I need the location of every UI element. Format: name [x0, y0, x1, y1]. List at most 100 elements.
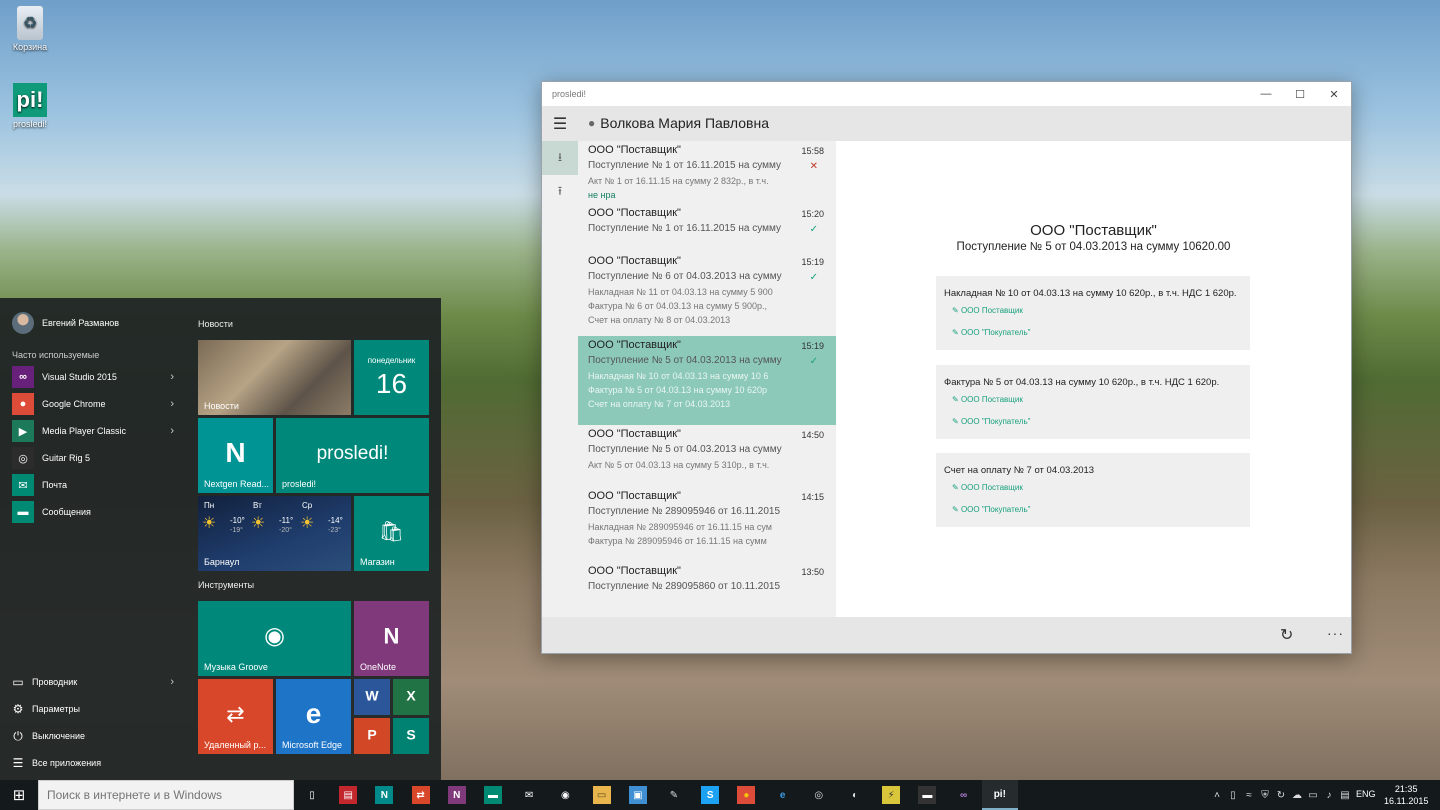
taskbar-app-button[interactable]: ✎ — [656, 780, 692, 810]
taskbar-app-button[interactable]: N — [439, 780, 475, 810]
taskbar-app-button[interactable]: ◉ — [547, 780, 583, 810]
edge-label: Microsoft Edge — [282, 740, 343, 750]
taskbar-app-button[interactable]: ● — [728, 780, 764, 810]
language-indicator[interactable]: ENG — [1356, 789, 1376, 799]
start-system-item[interactable]: ☰ Все приложения — [12, 752, 174, 774]
taskbar-app-button[interactable]: ∞ — [946, 780, 982, 810]
volume-icon[interactable]: ♪ — [1322, 780, 1336, 810]
nextgen-reader-tile[interactable]: N Nextgen Read... — [198, 418, 273, 493]
notifications-icon[interactable]: ▤ — [1338, 780, 1352, 810]
taskbar-app-button[interactable]: N — [366, 780, 402, 810]
taskbar-app-button[interactable]: pi! — [981, 780, 1018, 810]
taskbar-app-button[interactable]: ⇄ — [403, 780, 439, 810]
wifi-icon[interactable]: ≈ — [1242, 780, 1256, 810]
message-item[interactable]: ООО "Поставщик" 14:15 Поступление № 289095… — [578, 487, 836, 562]
inbox-download-button[interactable]: ⭳ — [542, 141, 578, 175]
taskbar-app-button[interactable]: ▯ — [294, 780, 330, 810]
chevron-right-icon[interactable]: › — [170, 398, 174, 410]
refresh-icon[interactable]: ↻ — [1280, 625, 1293, 645]
chevron-up-icon[interactable]: ˄ — [1210, 780, 1224, 810]
store-tile[interactable]: 🛍 Магазин — [354, 496, 429, 571]
recipient-link[interactable]: ✎ ООО "Покупатель" — [952, 417, 1031, 426]
start-app-item[interactable]: ✉ Почта — [12, 473, 174, 497]
message-item[interactable]: ООО "Поставщик" 13:50 Поступление № 289095… — [578, 562, 836, 617]
usb-icon[interactable]: ▯ — [1226, 780, 1240, 810]
message-time: 15:19 — [801, 257, 824, 267]
taskbar-app-button[interactable]: ▭ — [584, 780, 620, 810]
taskbar-app-button[interactable]: ▤ — [330, 780, 366, 810]
weather-tile[interactable]: Пн ☀ -10° -19° Вт ☀ -11° -20° Ср ☀ -14° -23° Барнау… — [198, 496, 351, 571]
taskbar-app-button[interactable]: e — [765, 780, 801, 810]
cloud-icon[interactable]: ☁ — [1290, 780, 1304, 810]
start-system-item[interactable]: ⚙ Параметры — [12, 698, 174, 720]
sender-link[interactable]: ✎ ООО Поставщик — [952, 483, 1023, 492]
recipient-link[interactable]: ✎ ООО "Покупатель" — [952, 505, 1031, 514]
hamburger-menu-button[interactable]: ☰ — [542, 106, 578, 141]
chevron-right-icon[interactable]: › — [170, 371, 174, 383]
guitar-rig-icon: ◎ — [12, 447, 34, 469]
search-input[interactable] — [39, 781, 293, 809]
minimize-button[interactable]: — — [1249, 88, 1283, 101]
taskbar-app-button[interactable]: S — [692, 780, 728, 810]
start-app-item[interactable]: ▶ Media Player Classic › — [12, 419, 174, 443]
chevron-right-icon[interactable]: › — [170, 425, 174, 437]
clock[interactable]: 21:35 16.11.2015 — [1384, 783, 1428, 807]
prosledi-shortcut[interactable]: pi! prosledi! — [8, 83, 52, 129]
taskbar-app-button[interactable]: ◐ — [837, 780, 873, 810]
current-user: ● Волкова Мария Павловна — [588, 115, 769, 131]
chevron-right-icon[interactable]: › — [170, 676, 174, 688]
prosledi-tile[interactable]: prosledi! prosledi! — [276, 418, 429, 493]
taskbar-app-button[interactable]: ▬ — [475, 780, 511, 810]
pen-icon: ✎ — [952, 306, 961, 315]
start-system-item[interactable]: ⏻ Выключение — [12, 725, 174, 747]
window-titlebar[interactable]: prosledi! — ☐ ✕ — [542, 82, 1351, 106]
sway-tile[interactable]: S — [393, 718, 429, 754]
outbox-upload-button[interactable]: ⭱ — [542, 175, 578, 209]
document-card[interactable]: Фактура № 5 от 04.03.13 на сумму 10 620р… — [936, 365, 1250, 439]
recycle-bin-shortcut[interactable]: ♻ Корзина — [8, 6, 52, 52]
start-app-label: Media Player Classic — [42, 426, 127, 436]
taskbar-app-button[interactable]: ⚡ — [873, 780, 909, 810]
taskbar-app-button[interactable]: ◎ — [801, 780, 837, 810]
groove-tile[interactable]: ◉ Музыка Groove — [198, 601, 351, 676]
message-item[interactable]: ООО "Поставщик" 15:20 ✓ Поступление № 1 от … — [578, 204, 836, 252]
onenote-tile[interactable]: N OneNote — [354, 601, 429, 676]
edge-tile[interactable]: e Microsoft Edge — [276, 679, 351, 754]
message-document-line: Акт № 1 от 16.11.15 на сумму 2 832р., в … — [588, 176, 769, 186]
start-app-item[interactable]: ◎ Guitar Rig 5 — [12, 446, 174, 470]
skype-icon: S — [701, 786, 720, 804]
taskbar-app-button[interactable]: ▣ — [620, 780, 656, 810]
message-item[interactable]: ООО "Поставщик" 15:58 ✕ Поступление № 1 от … — [578, 141, 836, 204]
powerpoint-tile[interactable]: P — [354, 718, 390, 754]
close-button[interactable]: ✕ — [1317, 88, 1351, 101]
sync-icon[interactable]: ↻ — [1274, 780, 1288, 810]
remote-desktop-label: Удаленный р... — [204, 740, 266, 750]
taskbar-app-button[interactable]: ✉ — [511, 780, 547, 810]
start-system-item[interactable]: ▭ Проводник › — [12, 671, 174, 693]
sender-link[interactable]: ✎ ООО Поставщик — [952, 306, 1023, 315]
word-tile[interactable]: W — [354, 679, 390, 715]
message-item[interactable]: ООО "Поставщик" 15:19 ✓ Поступление № 5 от … — [578, 336, 836, 425]
start-app-item[interactable]: ∞ Visual Studio 2015 › — [12, 365, 174, 389]
maximize-button[interactable]: ☐ — [1283, 88, 1317, 101]
sender-link[interactable]: ✎ ООО Поставщик — [952, 395, 1023, 404]
search-box[interactable] — [38, 780, 294, 810]
more-options-icon[interactable]: ··· — [1327, 625, 1344, 641]
user-account[interactable]: Евгений Разманов — [12, 312, 119, 334]
remote-desktop-tile[interactable]: ⇄ Удаленный р... — [198, 679, 273, 754]
start-button[interactable]: ⊞ — [0, 780, 38, 810]
document-card[interactable]: Счет на оплату № 7 от 04.03.2013 ✎ ООО По… — [936, 453, 1250, 527]
document-card[interactable]: Накладная № 10 от 04.03.13 на сумму 10 6… — [936, 276, 1250, 350]
start-app-label: Visual Studio 2015 — [42, 372, 117, 382]
start-app-item[interactable]: ● Google Chrome › — [12, 392, 174, 416]
news-tile[interactable]: Новости — [198, 340, 351, 415]
message-item[interactable]: ООО "Поставщик" 15:19 ✓ Поступление № 6 от … — [578, 252, 836, 336]
taskbar-app-button[interactable]: ▬ — [909, 780, 945, 810]
start-app-item[interactable]: ▬ Сообщения — [12, 500, 174, 524]
excel-tile[interactable]: X — [393, 679, 429, 715]
network-icon[interactable]: ▭ — [1306, 780, 1320, 810]
calendar-tile[interactable]: понедельник 16 — [354, 340, 429, 415]
recipient-link[interactable]: ✎ ООО "Покупатель" — [952, 328, 1031, 337]
antivirus-icon[interactable]: ⛨ — [1258, 780, 1272, 810]
message-item[interactable]: ООО "Поставщик" 14:50 Поступление № 5 от 0… — [578, 425, 836, 487]
